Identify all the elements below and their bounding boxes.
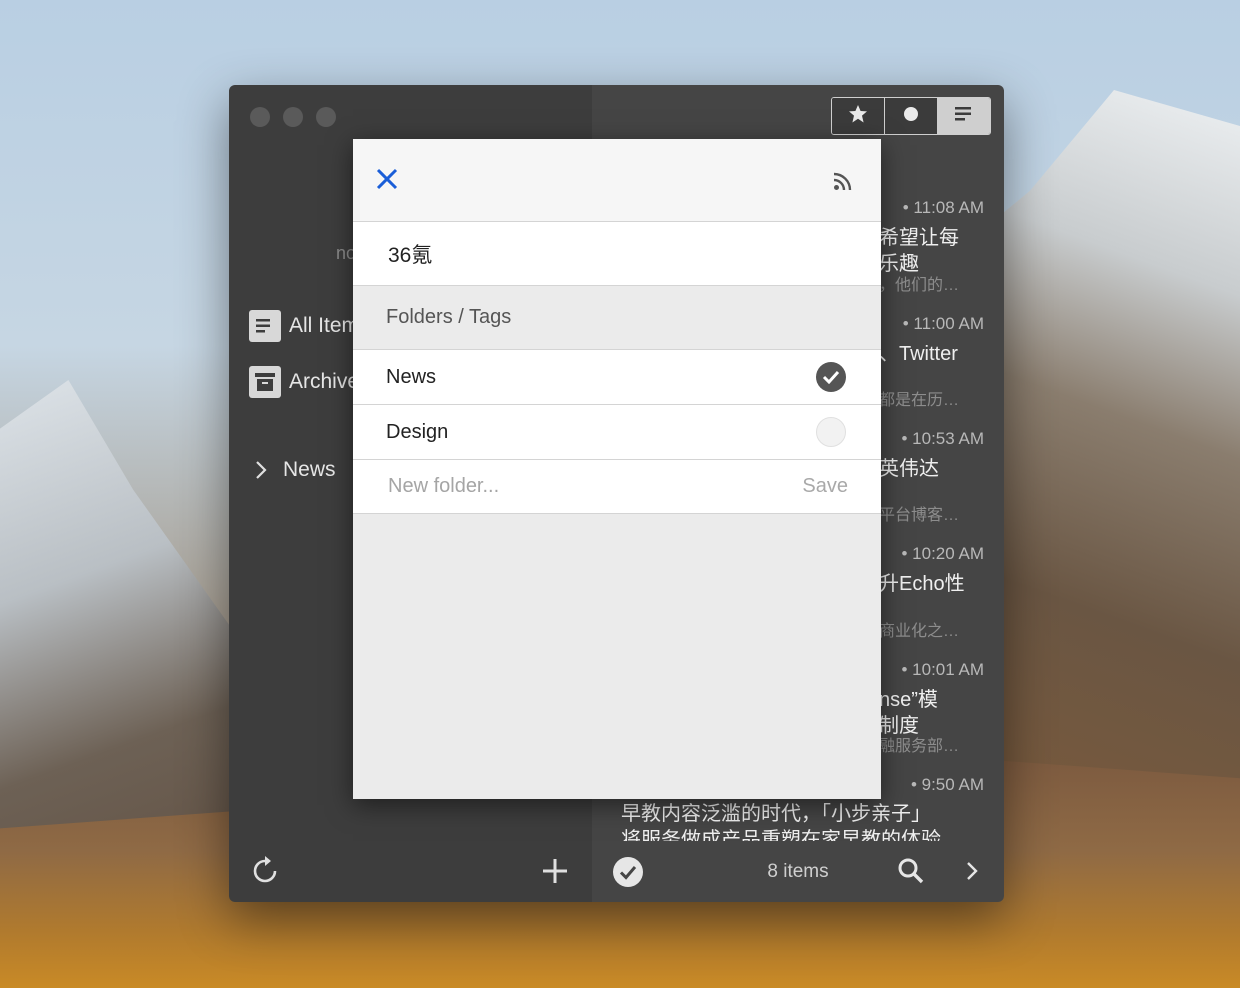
all-filter-button[interactable]	[938, 98, 990, 134]
article-title[interactable]: 早教内容泛滥的时代，「小步亲子」	[621, 797, 931, 826]
article-title[interactable]: nse”模	[879, 683, 938, 712]
article-title-continued: 将服务做成产品重塑在家早教的体验	[621, 829, 941, 841]
article-time: • 11:08 AM	[902, 198, 984, 217]
folders-tags-heading: Folders / Tags	[353, 286, 881, 350]
sidebar-item-label: All Items	[289, 314, 353, 337]
article-summary: ，他们的…	[879, 277, 960, 294]
new-folder-input[interactable]	[386, 474, 690, 499]
filter-toolbar	[831, 97, 991, 135]
archive-icon	[249, 366, 281, 398]
edit-feed-sheet: 36氪 Folders / Tags News Design Save	[353, 139, 881, 799]
list-icon	[249, 310, 281, 342]
unread-filter-button[interactable]	[885, 98, 938, 134]
list-footer: 8 items	[592, 843, 1004, 902]
folder-row-news[interactable]: News	[353, 350, 881, 405]
article-summary: 平台博客…	[879, 507, 960, 524]
chevron-right-icon[interactable]	[255, 460, 267, 480]
article-time: • 10:53 AM	[901, 429, 984, 448]
folder-row-design[interactable]: Design	[353, 405, 881, 460]
star-icon	[848, 104, 868, 129]
refresh-icon[interactable]	[251, 855, 279, 890]
folder-name: Design	[386, 420, 449, 443]
save-folder-button[interactable]: Save	[802, 475, 848, 498]
article-time: • 10:20 AM	[901, 544, 984, 563]
sheet-header	[353, 139, 881, 222]
sidebar-item-news-folder[interactable]: News	[255, 458, 336, 482]
starred-filter-button[interactable]	[832, 98, 885, 134]
close-icon[interactable]	[375, 167, 401, 193]
feed-name-field[interactable]: 36氪	[353, 222, 881, 286]
sidebar-item-label: News	[283, 458, 336, 481]
article-summary: 都是在历…	[879, 392, 960, 409]
article-title[interactable]: 、Twitter	[879, 337, 958, 366]
article-title[interactable]: 升Echo性	[879, 567, 965, 596]
sidebar-item-archive[interactable]: Archive	[249, 366, 353, 398]
folder-name: News	[386, 365, 437, 388]
article-time: • 10:01 AM	[901, 660, 984, 679]
article-time: • 9:50 AM	[910, 775, 984, 794]
article-summary: 商业化之…	[879, 623, 960, 640]
article-time: • 11:00 AM	[902, 314, 984, 333]
search-icon[interactable]	[897, 857, 925, 890]
zoom-window-button[interactable]	[316, 107, 336, 127]
checked-icon[interactable]	[816, 362, 846, 392]
article-title[interactable]: 英伟达	[879, 452, 939, 481]
article-title[interactable]: 希望让每	[879, 221, 959, 250]
new-folder-row: Save	[353, 460, 881, 514]
close-window-button[interactable]	[250, 107, 270, 127]
item-count: 8 items	[767, 861, 829, 882]
rss-icon[interactable]	[833, 171, 853, 191]
article-summary: 融服务部…	[879, 738, 960, 755]
lines-icon	[955, 106, 973, 126]
chevron-right-icon[interactable]	[966, 861, 978, 886]
sidebar-item-label: Archive	[289, 370, 353, 393]
plus-icon[interactable]	[542, 858, 568, 889]
unchecked-circle-icon[interactable]	[816, 417, 846, 447]
dot-icon	[903, 106, 919, 127]
sidebar-item-all-items[interactable]: All Items	[249, 310, 353, 342]
minimize-window-button[interactable]	[283, 107, 303, 127]
